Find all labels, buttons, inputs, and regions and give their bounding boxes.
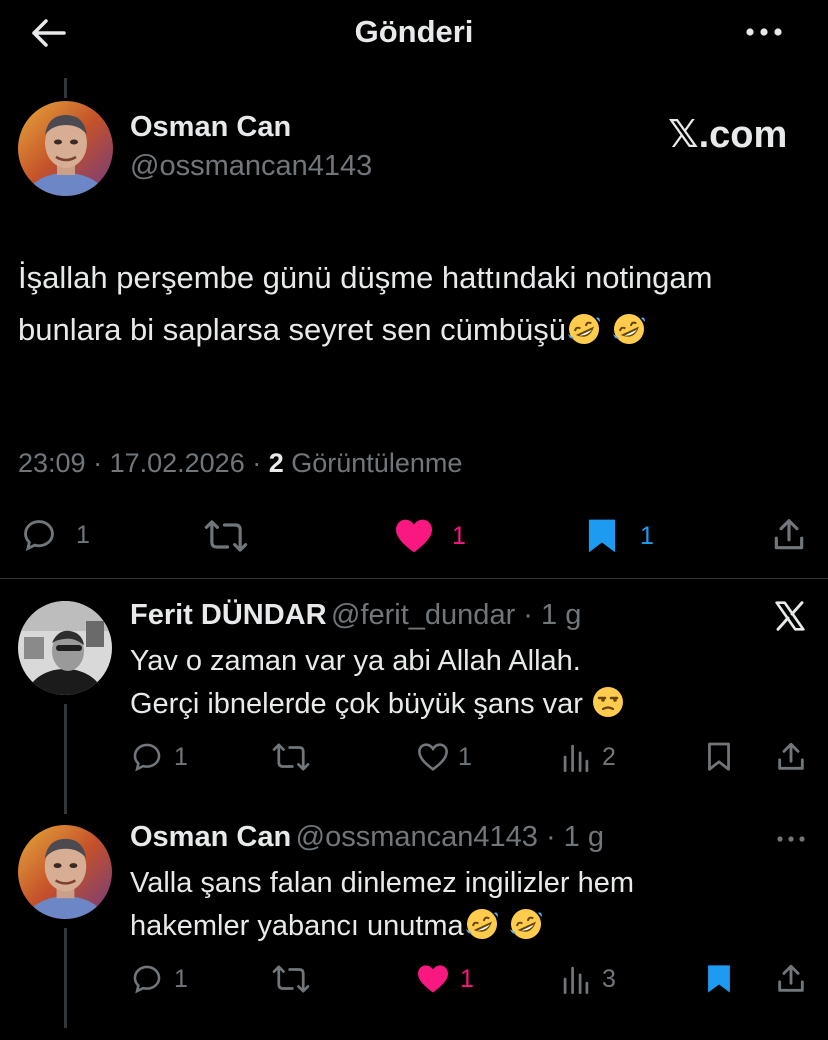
post-text-content: İşallah perşembe günü düşme hattındaki n… — [18, 260, 713, 347]
views-button[interactable]: 2 — [562, 742, 616, 772]
views-button[interactable]: 3 — [562, 964, 616, 994]
reply-button[interactable]: 1 — [20, 516, 90, 554]
more-options-button[interactable] — [744, 22, 784, 42]
heart-filled-icon — [396, 519, 432, 553]
thread-connector — [64, 78, 67, 98]
like-button[interactable]: 1 — [394, 518, 466, 554]
like-count: 1 — [460, 964, 474, 993]
heart-filled-icon — [418, 965, 448, 993]
share-button[interactable] — [774, 740, 808, 774]
author-handle[interactable]: @ossmancan4143 — [130, 150, 372, 183]
more-horizontal-icon — [777, 836, 805, 842]
rolling-on-floor-laughing-icon — [566, 312, 602, 346]
like-count: 1 — [452, 521, 466, 550]
repost-button[interactable] — [272, 964, 310, 994]
share-icon — [774, 519, 804, 550]
reply-author-name[interactable]: Ferit DÜNDAR — [130, 599, 327, 631]
bookmark-button[interactable] — [706, 742, 732, 772]
x-watermark: 𝕏.com — [668, 114, 788, 156]
post-text: İşallah perşembe günü düşme hattındaki n… — [18, 252, 718, 356]
unamused-face-icon — [591, 685, 625, 719]
repost-icon — [272, 965, 310, 993]
views-count: 3 — [602, 964, 616, 993]
reply-button[interactable]: 1 — [130, 962, 188, 996]
views-count: 2 — [268, 448, 284, 478]
avatar[interactable] — [18, 825, 112, 919]
more-horizontal-icon — [746, 28, 782, 36]
thread-connector — [64, 928, 67, 1028]
author-name[interactable]: Osman Can — [130, 111, 291, 144]
reply-text-line: hakemler yabancı unutma — [130, 905, 634, 948]
reply-count: 1 — [76, 520, 90, 549]
divider — [0, 578, 828, 579]
bookmark-button[interactable]: 1 — [586, 518, 654, 554]
bookmark-filled-icon — [588, 519, 616, 553]
repost-icon — [204, 520, 248, 552]
post-time[interactable]: 23:09 — [18, 448, 86, 478]
reply-count: 1 — [174, 742, 188, 771]
reply-header: Osman Can @ossmancan4143 · 1 g — [130, 821, 604, 853]
reply-text: Valla şans falan dinlemez ingilizler hem… — [130, 862, 634, 948]
reply-author-handle[interactable]: @ossmancan4143 — [296, 821, 538, 853]
reply-icon — [24, 520, 54, 552]
post-date[interactable]: 17.02.2026 — [110, 448, 245, 478]
repost-button[interactable] — [204, 518, 248, 554]
bar-chart-icon — [563, 744, 589, 772]
share-icon — [778, 964, 804, 992]
reply-age[interactable]: 1 g — [541, 599, 581, 631]
reply-count: 1 — [174, 964, 188, 993]
bookmark-button[interactable] — [706, 964, 732, 994]
reply-text-line: Gerçi ibnelerde çok büyük şans var — [130, 683, 625, 726]
reply-text-line-content: Gerçi ibnelerde çok büyük şans var — [130, 688, 583, 720]
views-label: Görüntülenme — [291, 448, 463, 478]
page-title: Gönderi — [354, 14, 474, 49]
reply-text-line-content: hakemler yabancı unutma — [130, 910, 464, 942]
rolling-on-floor-laughing-icon — [611, 312, 647, 346]
like-button[interactable]: 1 — [416, 964, 474, 994]
share-button[interactable] — [774, 962, 808, 996]
reply-author-handle[interactable]: @ferit_dundar — [331, 599, 515, 631]
reply-icon — [133, 743, 161, 772]
bar-chart-icon — [563, 966, 589, 994]
reply-icon — [133, 965, 161, 994]
like-button[interactable]: 1 — [416, 742, 472, 772]
bookmark-filled-icon — [708, 965, 730, 993]
bookmark-count: 1 — [640, 521, 654, 550]
x-logo-icon — [774, 600, 806, 632]
avatar[interactable] — [18, 601, 112, 695]
reply-text-line: Yav o zaman var ya abi Allah Allah. — [130, 645, 581, 677]
bookmark-outline-icon — [708, 742, 730, 771]
reply-author-name[interactable]: Osman Can — [130, 821, 291, 853]
views-count: 2 — [602, 742, 616, 771]
reply-text-line: Valla şans falan dinlemez ingilizler hem — [130, 867, 634, 899]
avatar-image-icon — [18, 601, 112, 695]
post-meta: 23:09 · 17.02.2026 · 2 Görüntülenme — [18, 448, 463, 478]
rolling-on-floor-laughing-icon — [464, 907, 500, 941]
thread-connector — [64, 704, 67, 814]
reply-age[interactable]: 1 g — [564, 821, 604, 853]
avatar[interactable] — [18, 101, 113, 196]
more-options-button[interactable] — [776, 832, 806, 846]
avatar-image-icon — [18, 101, 113, 196]
rolling-on-floor-laughing-icon — [508, 907, 544, 941]
reply-button[interactable]: 1 — [130, 740, 188, 774]
heart-outline-icon — [418, 743, 448, 771]
repost-button[interactable] — [272, 742, 310, 772]
repost-icon — [272, 743, 310, 771]
avatar-image-icon — [18, 825, 112, 919]
share-icon — [778, 742, 804, 770]
reply-text: Yav o zaman var ya abi Allah Allah. Gerç… — [130, 640, 625, 726]
like-count: 1 — [458, 742, 472, 771]
reply-header: Ferit DÜNDAR @ferit_dundar · 1 g — [130, 599, 582, 631]
share-button[interactable] — [770, 516, 808, 554]
